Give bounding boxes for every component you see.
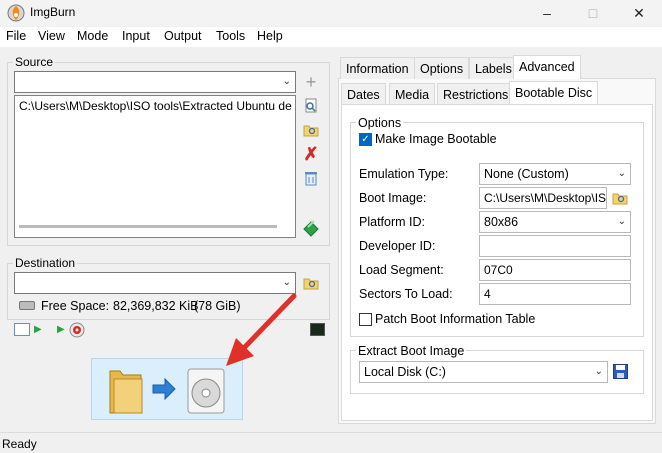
browse-folder-icon[interactable] (302, 121, 320, 139)
patch-boot-checkbox[interactable] (359, 313, 372, 326)
tab-labels[interactable]: Labels (469, 57, 518, 79)
maximize-button[interactable]: □ (570, 0, 616, 26)
boot-image-input[interactable]: C:\Users\M\Desktop\IS (479, 187, 607, 209)
chevron-down-icon: ⌄ (617, 168, 626, 179)
window-title: ImgBurn (30, 5, 76, 19)
tab-options[interactable]: Options (414, 57, 470, 79)
tab-media[interactable]: Media (389, 83, 436, 105)
close-button[interactable]: ✕ (616, 0, 662, 26)
chevron-down-icon: ⌄ (594, 366, 603, 377)
chevron-down-icon: ⌄ (617, 216, 626, 227)
source-file-list[interactable]: C:\Users\M\Desktop\ISO tools\Extracted U… (14, 95, 296, 238)
remove-icon[interactable]: ✗ (302, 144, 320, 164)
browse-folder-icon[interactable] (302, 274, 320, 292)
source-label: Source (13, 55, 56, 69)
free-space-label: Free Space: (41, 299, 110, 313)
graph-data-icon[interactable] (310, 323, 325, 336)
platform-id-value: 80x86 (484, 215, 519, 229)
destination-label: Destination (13, 256, 78, 270)
clear-list-icon[interactable] (302, 169, 320, 187)
play-small-icon[interactable]: ▶ (57, 324, 65, 335)
developer-id-label: Developer ID: (359, 239, 436, 253)
save-icon[interactable] (613, 364, 628, 379)
emulation-type-value: None (Custom) (484, 167, 569, 181)
build-button[interactable] (91, 358, 243, 420)
sectors-to-load-label: Sectors To Load: (359, 287, 453, 301)
disc-burn-icon[interactable] (69, 322, 85, 338)
make-bootable-label: Make Image Bootable (375, 132, 497, 146)
menu-view[interactable]: View (38, 29, 65, 43)
menu-input[interactable]: Input (122, 29, 150, 43)
tab-information[interactable]: Information (340, 57, 415, 79)
menu-mode[interactable]: Mode (77, 29, 108, 43)
minimize-button[interactable]: – (524, 0, 570, 26)
chevron-down-icon: ⌄ (282, 277, 291, 288)
platform-id-select[interactable]: 80x86 ⌄ (479, 211, 631, 233)
tab-bootable-disc[interactable]: Bootable Disc (509, 81, 599, 105)
platform-id-label: Platform ID: (359, 215, 425, 229)
tab-restrictions[interactable]: Restrictions (437, 83, 515, 105)
free-space-value: 82,369,832 KiB (113, 299, 199, 313)
imgburn-app-icon (7, 4, 25, 22)
options-label: Options (356, 116, 404, 130)
emulation-type-select[interactable]: None (Custom) ⌄ (479, 163, 631, 185)
extract-drive-select[interactable]: Local Disk (C:) ⌄ (359, 361, 608, 383)
load-segment-label: Load Segment: (359, 263, 444, 277)
patch-boot-label: Patch Boot Information Table (375, 312, 536, 326)
extract-boot-label: Extract Boot Image (356, 344, 467, 358)
sectors-to-load-input[interactable]: 4 (479, 283, 631, 305)
play-icon[interactable]: ▶ (34, 324, 42, 335)
boot-image-label: Boot Image: (359, 191, 427, 205)
status-bar (0, 432, 662, 453)
add-file-icon[interactable]: + (302, 72, 320, 92)
status-text: Ready (2, 437, 37, 451)
extract-drive-value: Local Disk (C:) (364, 365, 446, 379)
tab-advanced[interactable]: Advanced (513, 55, 581, 79)
menu-help[interactable]: Help (257, 29, 283, 43)
chevron-down-icon: ⌄ (282, 76, 291, 87)
make-bootable-checkbox[interactable]: ✓ (359, 133, 372, 146)
calculate-icon[interactable] (302, 219, 320, 237)
horizontal-scrollbar[interactable] (19, 225, 277, 228)
emulation-type-label: Emulation Type: (359, 167, 449, 181)
browse-file-icon[interactable] (611, 189, 629, 207)
source-combo[interactable]: ⌄ (14, 71, 296, 93)
load-segment-input[interactable]: 07C0 (479, 259, 631, 281)
list-item[interactable]: C:\Users\M\Desktop\ISO tools\Extracted U… (15, 96, 295, 116)
menu-file[interactable]: File (6, 29, 26, 43)
log-window-icon[interactable] (14, 323, 30, 336)
hard-disk-icon (19, 301, 35, 310)
menu-tools[interactable]: Tools (216, 29, 245, 43)
browse-file-icon[interactable] (302, 97, 320, 115)
menu-output[interactable]: Output (164, 29, 202, 43)
tab-dates[interactable]: Dates (341, 83, 386, 105)
developer-id-input[interactable] (479, 235, 631, 257)
annotation-arrow (226, 293, 297, 366)
